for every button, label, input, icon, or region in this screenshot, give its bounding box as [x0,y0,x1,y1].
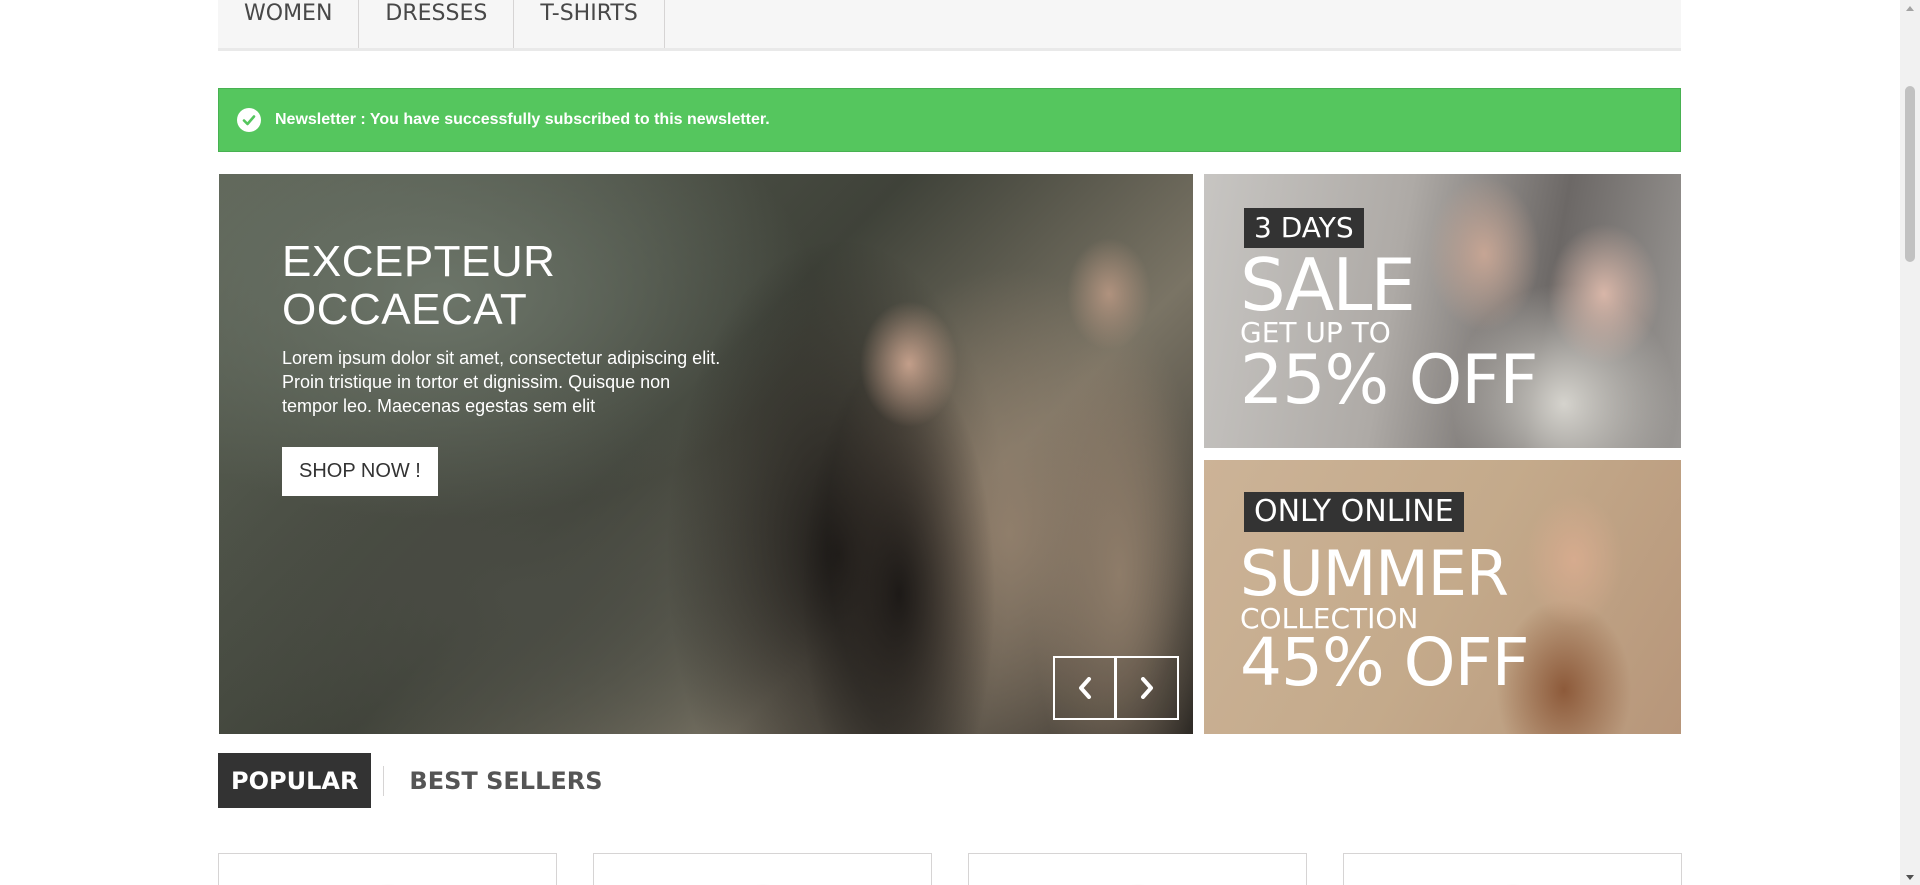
slide-image [779,214,1029,734]
page-scrollbar[interactable] [1900,0,1920,885]
slider-next-button[interactable] [1116,656,1179,720]
product-tabs: POPULAR BEST SELLERS [218,753,616,808]
product-image [1482,868,1543,885]
slider-prev-button[interactable] [1053,656,1116,720]
banner-summer[interactable]: ONLY ONLINE SUMMER COLLECTION 45% OFF [1204,460,1681,734]
product-card[interactable] [1343,853,1682,885]
product-card[interactable] [968,853,1307,885]
chevron-right-icon [1141,677,1153,699]
slide-image-secondary [1009,194,1193,734]
menu-item-women[interactable]: WOMEN [218,0,360,48]
check-circle-icon [237,108,261,132]
banner-tag: ONLY ONLINE [1244,492,1464,532]
banner-headline: SUMMER [1240,537,1509,610]
homepage-slider: EXCEPTEUR OCCAECAT Lorem ipsum dolor sit… [219,174,1193,734]
product-image [1107,868,1168,885]
product-card[interactable] [593,853,932,885]
chevron-left-icon [1078,677,1091,699]
slider-controls [1053,656,1179,720]
product-image [357,868,418,885]
newsletter-success-alert: Newsletter : You have successfully subsc… [218,88,1681,152]
banner-sale[interactable]: 3 DAYS SALE GET UP TO 25% OFF [1204,174,1681,448]
slide-description: Lorem ipsum dolor sit amet, consectetur … [282,348,721,416]
slide-caption: EXCEPTEUR OCCAECAT Lorem ipsum dolor sit… [282,238,722,496]
product-card[interactable] [218,853,557,885]
banner-discount: 45% OFF [1240,624,1530,701]
tab-popular[interactable]: POPULAR [218,753,372,808]
tab-best-sellers[interactable]: BEST SELLERS [383,765,615,796]
banner-tag: 3 DAYS [1244,208,1364,248]
alert-message: Newsletter : You have successfully subsc… [275,111,770,128]
banner-discount: 25% OFF [1240,341,1539,420]
product-image [732,868,793,885]
scroll-up-arrow-icon[interactable] [1900,0,1920,16]
scroll-down-arrow-icon[interactable] [1900,869,1920,885]
banner-headline: SALE [1240,243,1416,327]
top-menu: WOMEN DRESSES T-SHIRTS [218,0,1681,51]
shop-now-button[interactable]: SHOP NOW ! [282,447,438,496]
slide-title: EXCEPTEUR OCCAECAT [282,237,556,334]
menu-item-tshirts[interactable]: T-SHIRTS [514,0,665,48]
scrollbar-thumb[interactable] [1905,86,1915,262]
menu-item-dresses[interactable]: DRESSES [359,0,515,48]
